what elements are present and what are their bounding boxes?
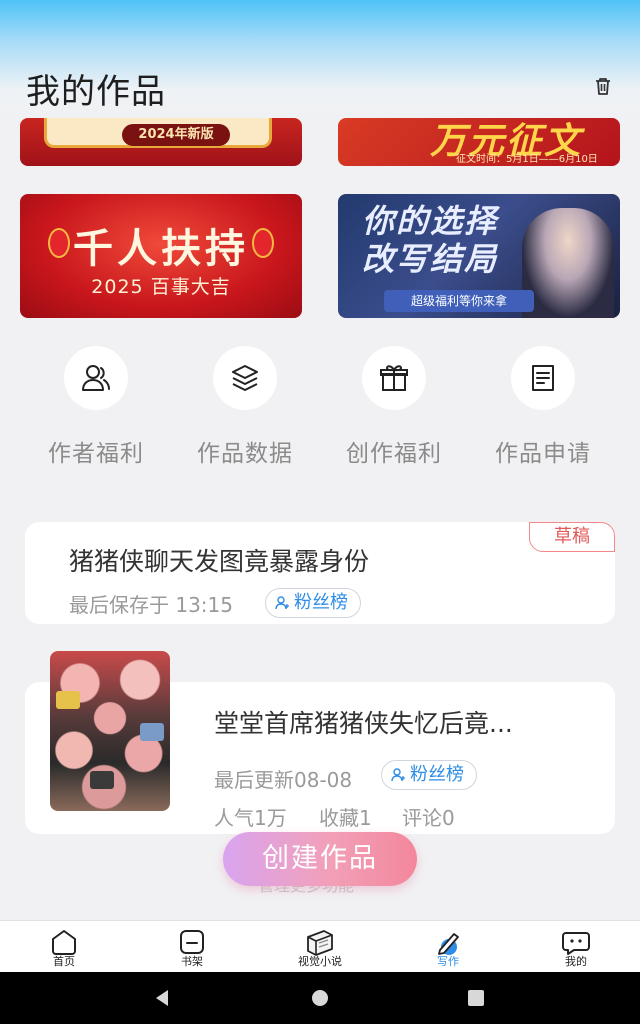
banner-subtitle: 2025 百事大吉 [91,276,231,298]
gift-icon [362,346,426,410]
work-title: 猪猪侠聊天发图竟暴露身份 [69,547,370,576]
quick-action-label: 作品数据 [197,441,293,467]
quick-action-label: 作品申请 [495,441,591,467]
work-favorites: 收藏1 [319,806,372,830]
trash-icon[interactable] [588,72,618,102]
banner-slogan-text: 你的选择改写结局 [362,202,499,278]
fan-ranking-label: 粉丝榜 [410,764,464,785]
tab-write[interactable]: 写作 [384,921,512,973]
quick-action-label: 作者福利 [48,441,144,467]
banner-yearbook[interactable]: 2024年新版 [20,118,302,166]
fan-icon [391,768,405,782]
work-cover-image[interactable] [50,651,170,811]
work-comments: 评论0 [402,806,455,830]
fan-ranking-button[interactable]: 粉丝榜 [265,588,361,618]
banner-period: 征文时间：5月1日——6月10日 [456,154,598,165]
draft-badge: 草稿 [529,522,615,552]
header: 我的作品 [0,54,640,118]
fan-ranking-button[interactable]: 粉丝榜 [381,760,477,790]
quick-action-work-data[interactable]: 作品数据 [180,346,310,470]
system-navigation-bar [0,972,640,1024]
tab-label: 视觉小说 [298,955,342,968]
page-title: 我的作品 [26,72,166,112]
banner-slogan: 千人扶持 [73,226,249,272]
quick-action-author-benefits[interactable]: 作者福利 [31,346,161,470]
tab-label: 书架 [181,955,203,968]
tab-label: 首页 [53,955,75,968]
work-update-status: 最后更新08-08 [214,768,353,792]
quick-action-label: 创作福利 [346,441,442,467]
home-circle-icon[interactable] [308,986,332,1010]
fan-ranking-label: 粉丝榜 [294,592,348,613]
work-popularity: 人气1万 [214,806,287,830]
back-icon[interactable] [150,986,174,1010]
banner-ribbon: 超级福利等你来拿 [384,290,534,312]
banner-essay-contest[interactable]: 万元征文 征文时间：5月1日——6月10日 [338,118,620,166]
banner-slogan: 你的选择改写结局 [362,202,502,278]
create-work-button[interactable]: 创建作品 [223,832,417,886]
tab-visual-novel[interactable]: 视觉小说 [256,921,384,973]
tab-label: 写作 [437,955,459,968]
fan-icon [275,596,289,610]
cover-tile [56,691,80,709]
tab-bookshelf[interactable]: 书架 [128,921,256,973]
quick-action-creation-benefits[interactable]: 创作福利 [329,346,459,470]
bottom-tab-bar: 首页 书架 视觉小说 写作 我的 [0,920,640,972]
layers-icon [213,346,277,410]
banner-support-program[interactable]: 千人扶持 2025 百事大吉 [20,194,302,318]
cover-tile [140,723,164,741]
work-save-status: 最后保存于 13:15 [69,593,233,617]
work-title: 堂堂首席猪猪侠失忆后竟... [214,709,513,738]
recents-icon[interactable] [464,986,488,1010]
cover-tile [90,771,114,789]
banner-rewrite-ending[interactable]: 你的选择改写结局 超级福利等你来拿 [338,194,620,318]
author-icon [64,346,128,410]
quick-action-work-application[interactable]: 作品申请 [478,346,608,470]
tab-home[interactable]: 首页 [0,921,128,973]
tab-profile[interactable]: 我的 [512,921,640,973]
tab-label: 我的 [565,955,587,968]
document-icon [511,346,575,410]
work-card-draft[interactable]: 草稿 猪猪侠聊天发图竟暴露身份 最后保存于 13:15 粉丝榜 [25,522,615,624]
banner-edition-label: 2024年新版 [122,124,230,146]
character-illustration [522,208,614,318]
